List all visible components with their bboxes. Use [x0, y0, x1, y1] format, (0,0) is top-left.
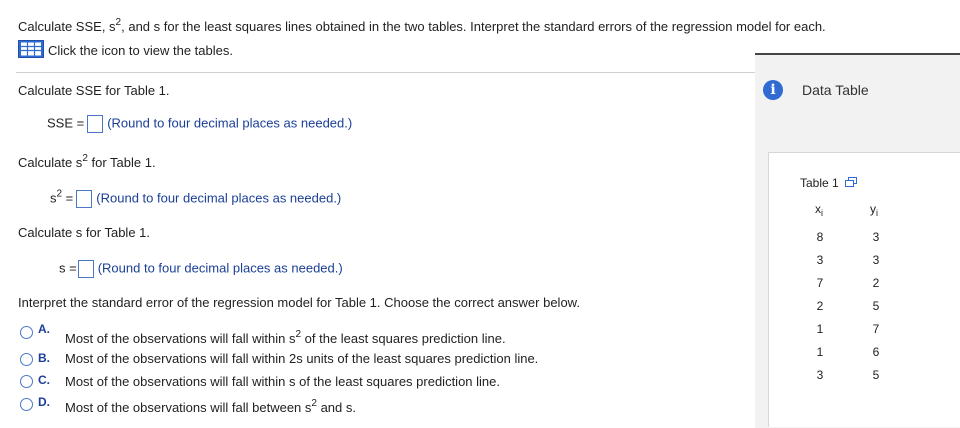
option-c-text[interactable]: Most of the observations will fall withi… — [65, 374, 500, 389]
column-header-y: yi — [870, 202, 878, 218]
table-cell-y-value: 7 — [872, 322, 880, 336]
s2-answer-row: s2 = (Round to four decimal places as nee… — [50, 189, 341, 208]
option-c-letter: C. — [38, 373, 50, 387]
table-cell-y-value: 5 — [872, 368, 880, 382]
s-input[interactable] — [77, 260, 94, 278]
question-prompt: Calculate SSE, s2, and s for the least s… — [18, 17, 826, 35]
s-answer-row: s = (Round to four decimal places as need… — [59, 260, 343, 278]
s2-input[interactable] — [76, 190, 93, 208]
sse-prompt: Calculate SSE for Table 1. — [18, 83, 170, 98]
table-cell-y-value: 3 — [872, 253, 880, 267]
option-b-text[interactable]: Most of the observations will fall withi… — [65, 351, 538, 366]
table-cell-x-value: 3 — [816, 253, 824, 267]
option-d-text[interactable]: Most of the observations will fall betwe… — [65, 399, 356, 416]
view-tables-link[interactable]: Click the icon to view the tables. — [18, 40, 233, 61]
table-1-title: Table 1 — [800, 176, 858, 191]
option-a-radio[interactable] — [20, 326, 33, 339]
table-cell-x-value: 7 — [816, 276, 824, 290]
table-cell-x-value: 8 — [816, 230, 824, 244]
option-c-radio[interactable] — [20, 375, 33, 388]
table-cell-y-value: 3 — [872, 230, 880, 244]
option-b-radio[interactable] — [20, 353, 33, 366]
data-table-box — [768, 152, 960, 427]
info-icon: i — [763, 80, 783, 100]
option-d-radio[interactable] — [20, 398, 33, 411]
table-cell-x-value: 1 — [816, 345, 824, 359]
option-a-letter: A. — [38, 322, 50, 336]
sse-input[interactable] — [87, 115, 104, 133]
table-cell-x-value: 3 — [816, 368, 824, 382]
option-b-letter: B. — [38, 351, 50, 365]
s-prompt: Calculate s for Table 1. — [18, 225, 150, 240]
option-a-text[interactable]: Most of the observations will fall withi… — [65, 330, 506, 347]
s2-prompt: Calculate s2 for Table 1. — [18, 153, 156, 171]
table-cell-y-value: 6 — [872, 345, 880, 359]
column-header-x: xi — [815, 202, 823, 218]
table-cell-y-value: 2 — [872, 276, 880, 290]
table-grid-icon[interactable] — [18, 40, 44, 61]
interpret-prompt: Interpret the standard error of the regr… — [18, 295, 580, 310]
divider — [16, 72, 756, 73]
option-d-letter: D. — [38, 395, 50, 409]
copy-icon[interactable] — [845, 176, 858, 191]
table-cell-x-value: 1 — [816, 322, 824, 336]
table-cell-y-value: 5 — [872, 299, 880, 313]
data-table-title: Data Table — [802, 82, 869, 98]
table-cell-x-value: 2 — [816, 299, 824, 313]
sse-answer-row: SSE = (Round to four decimal places as ne… — [47, 115, 352, 133]
